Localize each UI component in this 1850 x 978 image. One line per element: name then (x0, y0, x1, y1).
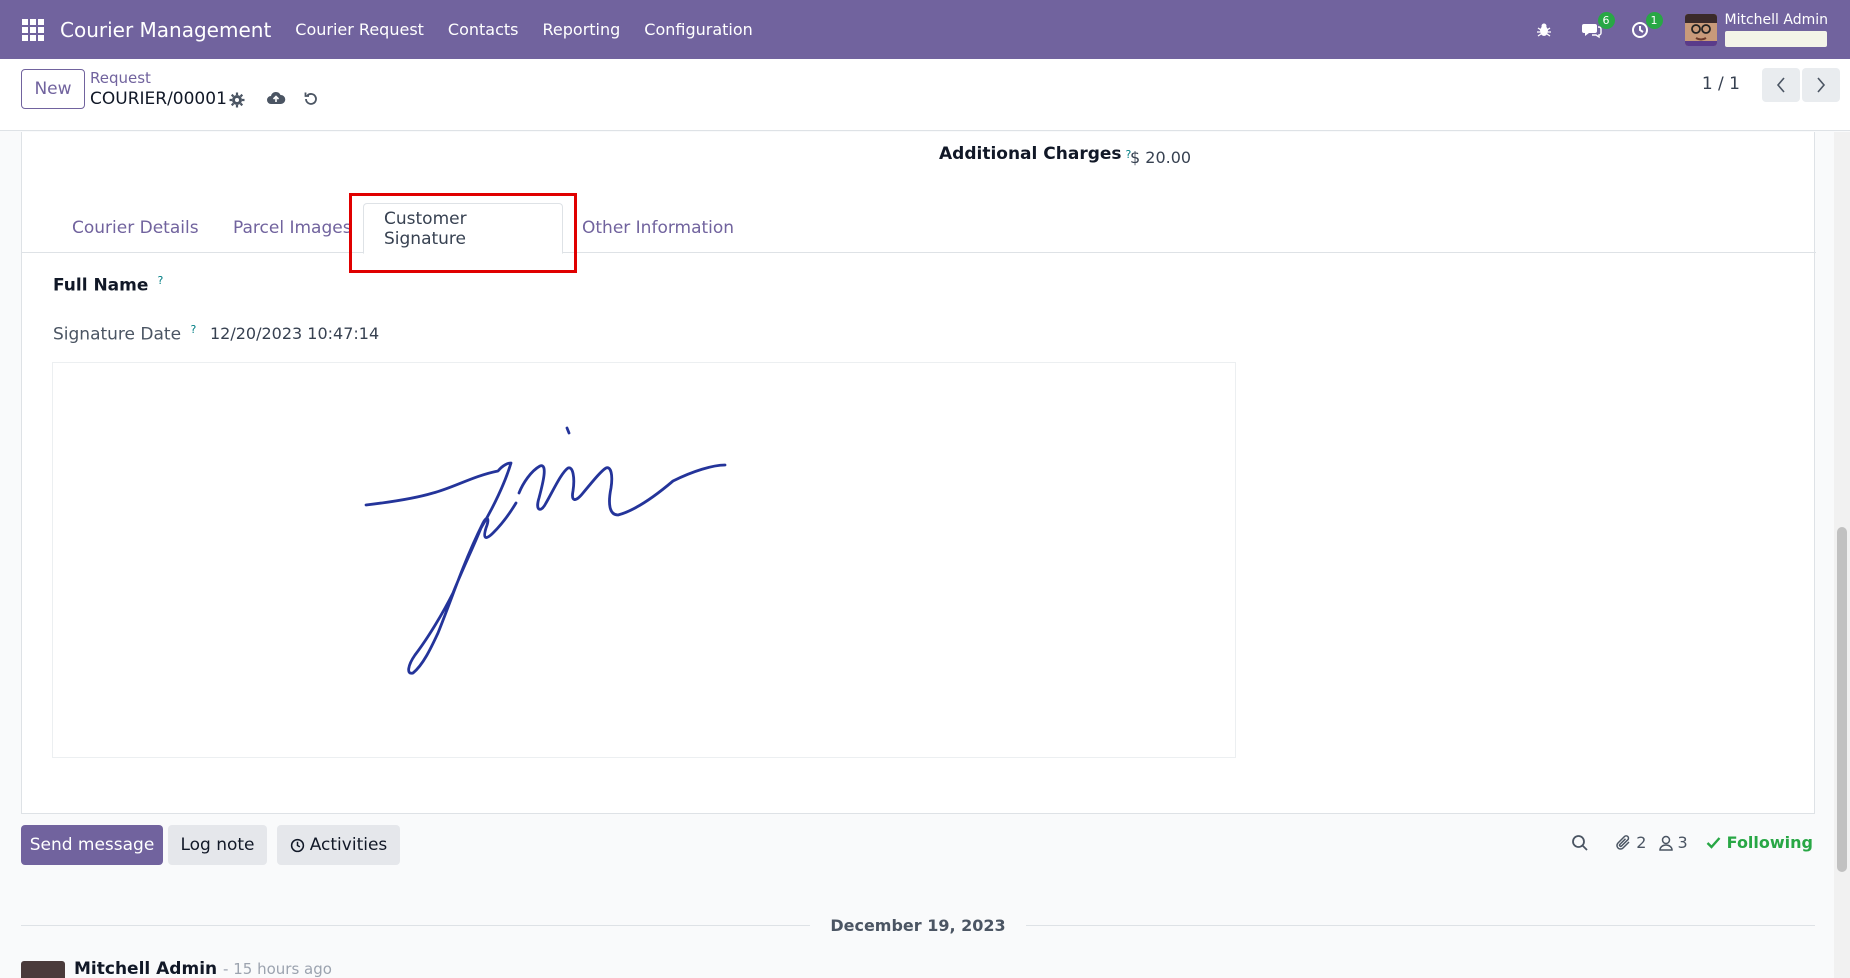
chevron-left-icon (1776, 77, 1785, 93)
record-name: COURIER/00001 (90, 89, 227, 109)
user-name[interactable]: Mitchell Admin (1725, 12, 1829, 28)
full-name-label: Full Name (53, 275, 149, 296)
signature-image[interactable] (52, 362, 1236, 758)
tab-parcel-images[interactable]: Parcel Images (213, 203, 372, 253)
following-button[interactable]: Following (1706, 833, 1813, 852)
breadcrumb-request[interactable]: Request (90, 69, 151, 87)
user-avatar[interactable] (1684, 13, 1717, 46)
chatter-topbar-right: 2 3 Following (1553, 833, 1813, 852)
user-icon (1659, 835, 1674, 851)
help-tooltip-icon[interactable]: ? (190, 323, 196, 336)
pager-value[interactable]: 1 / 1 (1702, 74, 1740, 94)
messages-icon[interactable]: 6 (1577, 11, 1615, 45)
pager-next-button[interactable] (1802, 68, 1840, 102)
check-icon (1706, 837, 1721, 849)
tab-courier-details[interactable]: Courier Details (52, 203, 219, 253)
following-label: Following (1726, 833, 1813, 852)
signature-date-field: Signature Date ? (53, 323, 196, 345)
menu-reporting[interactable]: Reporting (531, 20, 633, 39)
attachments-count: 2 (1636, 833, 1647, 852)
followers-count: 3 (1677, 833, 1688, 852)
signature-date-label: Signature Date (53, 324, 182, 345)
messages-count-badge: 6 (1597, 11, 1615, 29)
message-author[interactable]: Mitchell Admin (74, 959, 217, 978)
menu-courier-request[interactable]: Courier Request (283, 20, 436, 39)
page-scrollbar[interactable] (1834, 132, 1850, 978)
form-sheet: Additional Charges ? $ 20.00 Courier Det… (21, 132, 1816, 814)
signature-date-value[interactable]: 12/20/2023 10:47:14 (210, 324, 379, 343)
menu-configuration[interactable]: Configuration (632, 20, 765, 39)
help-tooltip-icon[interactable]: ? (157, 274, 163, 287)
send-message-button[interactable]: Send message (21, 825, 163, 865)
activities-clock-icon[interactable]: 1 (1625, 11, 1663, 45)
apps-grid-icon[interactable] (22, 18, 44, 41)
control-panel: New Request COURIER/00001 1 / 1 (0, 59, 1850, 131)
app-title[interactable]: Courier Management (60, 18, 271, 42)
save-cloud-icon[interactable] (265, 87, 287, 109)
chevron-right-icon (1817, 77, 1826, 93)
scrollbar-thumb[interactable] (1837, 527, 1847, 872)
tab-other-information[interactable]: Other Information (562, 203, 754, 253)
activities-button[interactable]: Activities (277, 825, 400, 865)
notebook-tabs: Courier Details Parcel Images Customer S… (22, 203, 1816, 254)
debug-bug-icon[interactable] (1529, 15, 1559, 45)
date-separator: December 19, 2023 (21, 915, 1816, 935)
full-name-field: Full Name ? (53, 274, 163, 295)
additional-charges-value: $ 20.00 (1130, 148, 1192, 167)
followers-button[interactable]: 3 (1658, 833, 1688, 852)
activities-count-badge: 1 (1645, 11, 1663, 29)
date-separator-label: December 19, 2023 (830, 915, 1006, 935)
additional-charges-label: Additional Charges (939, 144, 1122, 164)
activities-button-label: Activities (309, 835, 388, 855)
search-messages-button[interactable] (1571, 834, 1589, 852)
clock-icon (290, 838, 304, 852)
message-time: - 15 hours ago (223, 960, 332, 978)
discard-undo-icon[interactable] (300, 88, 322, 110)
search-icon (1572, 834, 1588, 851)
tab-customer-signature[interactable]: Customer Signature (363, 203, 563, 254)
paperclip-icon (1616, 834, 1630, 850)
menu-contacts[interactable]: Contacts (436, 20, 531, 39)
new-button[interactable]: New (21, 69, 85, 109)
top-navbar: Courier Management Courier Request Conta… (0, 0, 1850, 59)
database-name-redacted (1724, 31, 1827, 47)
message-author-avatar[interactable] (21, 961, 65, 978)
pager-previous-button[interactable] (1762, 68, 1800, 102)
message-header: Mitchell Admin - 15 hours ago (74, 959, 332, 978)
gear-icon[interactable] (226, 89, 248, 111)
log-note-button[interactable]: Log note (168, 825, 267, 865)
attachments-button[interactable]: 2 (1615, 833, 1646, 852)
additional-charges-field: Additional Charges ? (939, 144, 1131, 164)
signature-drawing (364, 426, 727, 675)
